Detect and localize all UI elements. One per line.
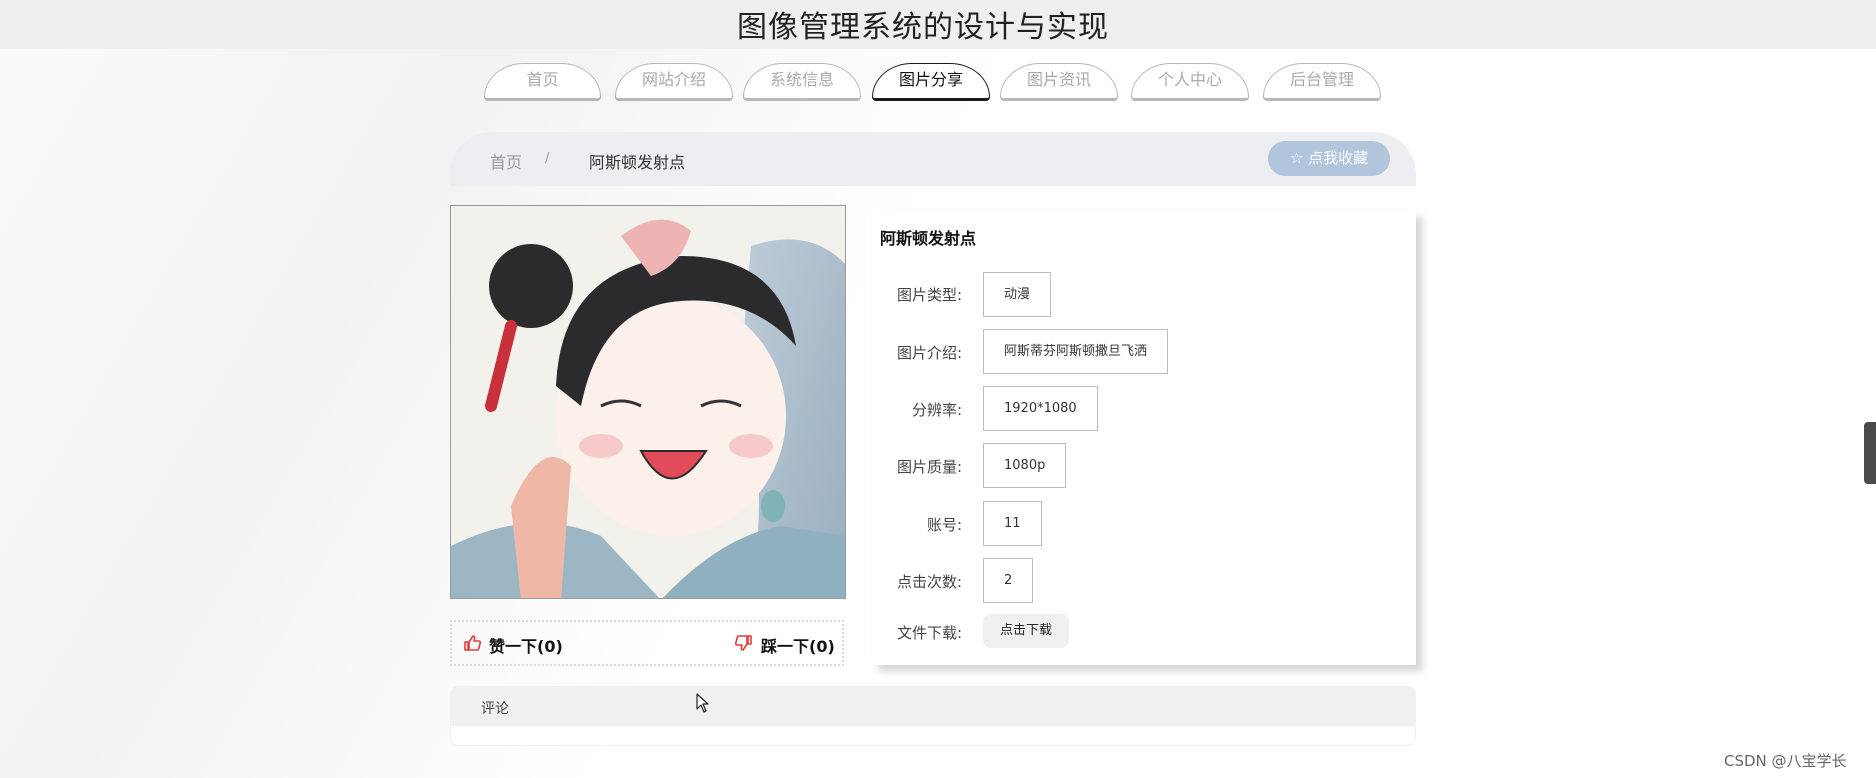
field-label-image-type: 图片类型: bbox=[896, 286, 962, 304]
breadcrumb-separator: / bbox=[545, 151, 550, 166]
mouse-cursor-icon bbox=[696, 693, 709, 713]
anime-girl-illustration bbox=[451, 206, 845, 598]
dislike-button[interactable]: 踩一下(0) bbox=[734, 633, 835, 657]
field-label-quality: 图片质量: bbox=[896, 458, 962, 476]
breadcrumb-current: 阿斯顿发射点 bbox=[589, 153, 686, 172]
comment-label: 评论 bbox=[481, 701, 509, 717]
favorite-button-label: 点我收藏 bbox=[1308, 149, 1369, 167]
breadcrumb: 首页 / 阿斯顿发射点 ☆ 点我收藏 bbox=[450, 132, 1416, 186]
dislike-label: 踩一下(0) bbox=[761, 637, 835, 656]
nav-tab-site-intro[interactable]: 网站介绍 bbox=[615, 63, 733, 101]
image-detail-panel: 阿斯顿发射点 图片类型: 动漫 图片介绍: 阿斯蒂芬阿斯顿撒旦飞洒 分辨率: 1… bbox=[872, 211, 1416, 665]
like-button[interactable]: 赞一下(0) bbox=[463, 633, 563, 657]
top-header-bar: 图像管理系统的设计与实现 bbox=[0, 0, 1876, 49]
field-value-image-intro: 阿斯蒂芬阿斯顿撒旦飞洒 bbox=[983, 329, 1169, 374]
detail-title: 阿斯顿发射点 bbox=[880, 229, 977, 248]
vote-bar: 赞一下(0) 踩一下(0) bbox=[450, 620, 844, 666]
field-label-image-intro: 图片介绍: bbox=[896, 344, 962, 362]
thumbs-up-icon bbox=[463, 634, 482, 656]
field-value-account: 11 bbox=[983, 501, 1042, 546]
nav-tab-personal-center[interactable]: 个人中心 bbox=[1131, 63, 1249, 101]
like-label: 赞一下(0) bbox=[489, 637, 563, 656]
comment-section-body bbox=[450, 726, 1416, 746]
field-label-file-download: 文件下载: bbox=[896, 624, 962, 642]
breadcrumb-home-link[interactable]: 首页 bbox=[490, 149, 522, 173]
thumbs-down-icon bbox=[734, 634, 753, 656]
field-label-account: 账号: bbox=[926, 516, 962, 534]
nav-tab-system-info[interactable]: 系统信息 bbox=[743, 63, 861, 101]
field-value-quality: 1080p bbox=[983, 443, 1067, 488]
field-value-image-type: 动漫 bbox=[983, 272, 1052, 317]
nav-tab-image-news[interactable]: 图片资讯 bbox=[1000, 63, 1118, 101]
nav-tab-home[interactable]: 首页 bbox=[484, 63, 601, 101]
field-value-resolution: 1920*1080 bbox=[983, 386, 1098, 431]
field-label-resolution: 分辨率: bbox=[911, 401, 962, 419]
watermark: CSDN @八宝学长 bbox=[1724, 752, 1847, 770]
field-label-click-count: 点击次数: bbox=[896, 573, 962, 591]
main-navigation: 首页 网站介绍 系统信息 图片分享 图片资讯 个人中心 后台管理 bbox=[0, 63, 1876, 103]
comment-section-header: 评论 bbox=[450, 686, 1416, 726]
nav-tab-image-share[interactable]: 图片分享 bbox=[872, 63, 990, 101]
artwork-image bbox=[450, 205, 846, 599]
nav-tab-admin[interactable]: 后台管理 bbox=[1263, 63, 1381, 101]
download-button[interactable]: 点击下载 bbox=[983, 614, 1069, 648]
side-drawer-handle[interactable] bbox=[1864, 422, 1876, 484]
favorite-button[interactable]: ☆ 点我收藏 bbox=[1268, 141, 1390, 176]
site-title: 图像管理系统的设计与实现 bbox=[737, 10, 1109, 45]
star-outline-icon: ☆ bbox=[1289, 149, 1304, 167]
field-value-click-count: 2 bbox=[983, 558, 1034, 603]
